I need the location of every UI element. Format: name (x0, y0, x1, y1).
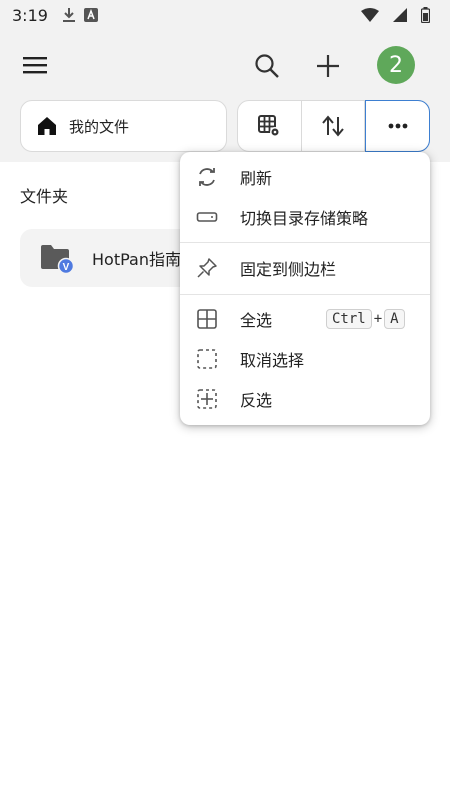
more-options-menu: 刷新 切换目录存储策略 固定到侧边栏 全选 Ctrl + A 取消选择 反选 (180, 152, 430, 425)
app-bar: 2 (0, 30, 450, 100)
menu-divider (180, 242, 430, 243)
path-label: 我的文件 (69, 117, 130, 136)
status-time: 3:19 (12, 5, 48, 25)
pin-icon (196, 257, 218, 279)
sort-button[interactable] (302, 101, 366, 151)
hamburger-menu-button[interactable] (20, 52, 50, 78)
menu-item-invert-selection[interactable]: 反选 (180, 379, 430, 419)
grid-settings-icon (258, 115, 281, 137)
search-button[interactable] (250, 50, 284, 82)
invert-selection-icon (196, 388, 218, 410)
section-title-folders: 文件夹 (20, 187, 69, 206)
search-icon (255, 54, 279, 78)
status-bar: 3:19 (0, 0, 450, 30)
storage-icon (196, 206, 218, 228)
path-breadcrumb[interactable]: 我的文件 (20, 100, 227, 152)
menu-item-label: 切换目录存储策略 (240, 209, 369, 228)
keyboard-shortcut: Ctrl + A (326, 309, 405, 329)
avatar[interactable]: 2 (377, 46, 415, 84)
menu-item-label: 反选 (240, 391, 273, 410)
menu-item-label: 固定到侧边栏 (240, 260, 337, 279)
shortcut-key: Ctrl (326, 309, 372, 329)
select-all-icon (196, 308, 218, 330)
sort-icon (322, 115, 344, 137)
menu-divider (180, 294, 430, 295)
folder-name: HotPan指南 (92, 250, 181, 269)
menu-item-deselect[interactable]: 取消选择 (180, 339, 430, 379)
text-icon (83, 8, 98, 22)
view-settings-button[interactable] (238, 101, 302, 151)
deselect-icon (196, 348, 218, 370)
download-icon (62, 7, 76, 23)
menu-item-storage-strategy[interactable]: 切换目录存储策略 (180, 197, 430, 237)
menu-item-select-all[interactable]: 全选 Ctrl + A (180, 299, 430, 339)
plus-icon (317, 55, 339, 77)
folder-badge: V (63, 262, 70, 273)
signal-icon (393, 8, 407, 22)
battery-icon (421, 7, 430, 23)
menu-item-label: 取消选择 (240, 351, 305, 370)
add-button[interactable] (311, 50, 345, 82)
home-icon (38, 117, 56, 135)
menu-item-label: 全选 (240, 311, 273, 330)
menu-item-refresh[interactable]: 刷新 (180, 157, 430, 197)
view-tools-group (237, 100, 431, 152)
hamburger-icon (23, 57, 47, 74)
more-options-button[interactable] (365, 100, 431, 152)
menu-item-label: 刷新 (240, 169, 273, 188)
shortcut-plus: + (373, 311, 383, 327)
refresh-icon (196, 166, 218, 188)
wifi-icon (361, 8, 379, 22)
folder-icon: V (41, 245, 75, 273)
shortcut-key: A (384, 309, 405, 329)
menu-item-pin-sidebar[interactable]: 固定到侧边栏 (180, 248, 430, 288)
more-horizontal-icon (388, 123, 408, 129)
